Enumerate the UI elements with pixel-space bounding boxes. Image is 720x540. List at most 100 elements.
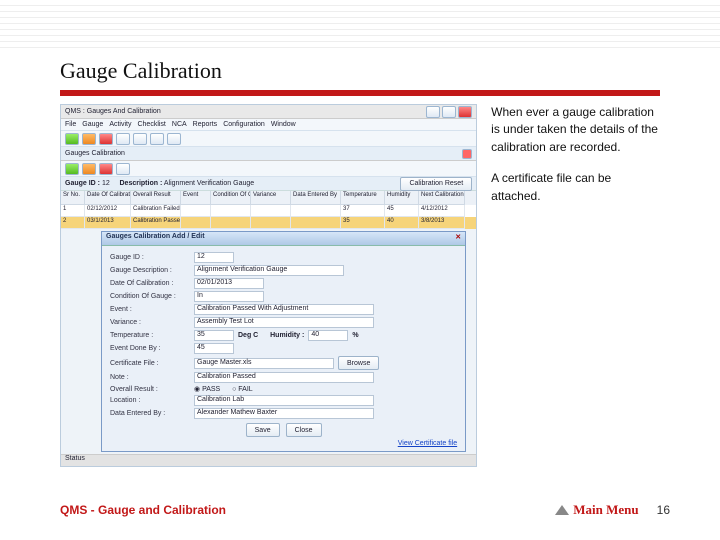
cell xyxy=(251,217,291,229)
add-icon[interactable] xyxy=(65,163,79,175)
cell xyxy=(291,205,341,217)
note-field[interactable]: Calibration Passed xyxy=(194,372,374,383)
menu-item[interactable]: Activity xyxy=(109,121,131,128)
slide-body-text: When ever a gauge calibration is under t… xyxy=(491,104,660,219)
column-header[interactable]: Condition Of Gauge xyxy=(211,191,251,205)
date-field[interactable]: 02/01/2013 xyxy=(194,278,264,289)
temperature-field[interactable]: 35 xyxy=(194,330,234,341)
dialog-close-icon[interactable]: ✕ xyxy=(455,233,461,244)
enteredby-field: Alexander Mathew Baxter xyxy=(194,408,374,419)
add-icon[interactable] xyxy=(65,133,79,145)
subheader: Gauge ID : 12 Description : Alignment Ve… xyxy=(61,177,476,191)
cell xyxy=(291,217,341,229)
toolbar xyxy=(61,131,476,147)
column-header[interactable]: Sr No. xyxy=(61,191,85,205)
column-header[interactable]: Overall Result xyxy=(131,191,181,205)
edit-icon[interactable] xyxy=(82,133,96,145)
cell: 35 xyxy=(341,217,385,229)
menu-item[interactable]: File xyxy=(65,121,76,128)
toolbar-icon[interactable] xyxy=(116,163,130,175)
toolbar-icon[interactable] xyxy=(133,133,147,145)
description-field: Alignment Verification Gauge xyxy=(194,265,344,276)
column-header[interactable]: Data Entered By xyxy=(291,191,341,205)
condition-field[interactable]: In xyxy=(194,291,264,302)
slide-title: Gauge Calibration xyxy=(60,58,660,84)
column-header[interactable]: Temperature xyxy=(341,191,385,205)
cell xyxy=(181,205,211,217)
arrow-up-icon xyxy=(555,505,569,515)
pass-radio[interactable]: ◉ PASS xyxy=(194,385,220,393)
grid-header: Sr No.Date Of CalibrationOverall ResultE… xyxy=(61,191,476,205)
percent-label: % xyxy=(352,332,358,339)
tab-title: Gauges Calibration xyxy=(65,150,125,157)
menu-item[interactable]: Window xyxy=(271,121,296,128)
menu-item[interactable]: NCA xyxy=(172,121,187,128)
menu-item[interactable]: Configuration xyxy=(223,121,265,128)
cell: 45 xyxy=(385,205,419,217)
cell: 03/1/2013 xyxy=(85,217,131,229)
field-label: Note : xyxy=(110,374,190,381)
minimize-icon[interactable] xyxy=(426,106,440,118)
main-menu-link[interactable]: Main Menu xyxy=(555,502,638,518)
cell: 37 xyxy=(341,205,385,217)
field-label: Event : xyxy=(110,306,190,313)
toolbar-icon[interactable] xyxy=(116,133,130,145)
menu-item[interactable]: Checklist xyxy=(137,121,165,128)
toolbar-icon[interactable] xyxy=(167,133,181,145)
table-row[interactable]: 102/12/2012Calibration Failed37454/12/20… xyxy=(61,205,476,217)
toolbar-icon[interactable] xyxy=(150,133,164,145)
cell xyxy=(211,217,251,229)
cell: Calibration Passed xyxy=(131,217,181,229)
event-field[interactable]: Calibration Passed With Adjustment xyxy=(194,304,374,315)
column-header[interactable]: Variance xyxy=(251,191,291,205)
gauge-id-label: Gauge ID : xyxy=(65,180,100,187)
footer-module-label: QMS - Gauge and Calibration xyxy=(60,503,226,517)
column-header[interactable]: Event xyxy=(181,191,211,205)
location-field[interactable]: Calibration Lab xyxy=(194,395,374,406)
humidity-field[interactable]: 40 xyxy=(308,330,348,341)
cell xyxy=(251,205,291,217)
save-button[interactable]: Save xyxy=(246,423,280,437)
field-label: Date Of Calibration : xyxy=(110,280,190,287)
delete-icon[interactable] xyxy=(99,133,113,145)
menu-item[interactable]: Gauge xyxy=(82,121,103,128)
tab-close-icon[interactable] xyxy=(462,149,472,159)
body-paragraph: A certificate file can be attached. xyxy=(491,170,660,205)
inner-toolbar xyxy=(61,161,476,177)
cell: 2 xyxy=(61,217,85,229)
cell: 40 xyxy=(385,217,419,229)
menu-item[interactable]: Reports xyxy=(193,121,218,128)
fail-radio[interactable]: ○ FAIL xyxy=(232,386,253,393)
field-label: Event Done By : xyxy=(110,345,190,352)
column-header[interactable]: Humidity xyxy=(385,191,419,205)
table-row[interactable]: 203/1/2013Calibration Passed 35403/8/2013 xyxy=(61,217,476,229)
variance-field[interactable]: Assembly Test Lot xyxy=(194,317,374,328)
column-header[interactable]: Date Of Calibration xyxy=(85,191,131,205)
edit-icon[interactable] xyxy=(82,163,96,175)
field-label: Condition Of Gauge : xyxy=(110,293,190,300)
delete-icon[interactable] xyxy=(99,163,113,175)
maximize-icon[interactable] xyxy=(442,106,456,118)
description-value: Alignment Verification Gauge xyxy=(164,180,254,187)
eventby-field[interactable]: 45 xyxy=(194,343,234,354)
gauge-id-value: 12 xyxy=(102,180,110,187)
page-number: 16 xyxy=(657,503,670,517)
certificate-field[interactable]: Gauge Master.xls xyxy=(194,358,334,369)
description-label: Description : xyxy=(120,180,163,187)
calibration-reset-button[interactable]: Calibration Reset xyxy=(400,177,472,191)
cell: 3/8/2013 xyxy=(419,217,465,229)
window-titlebar: QMS : Gauges And Calibration xyxy=(61,105,476,119)
browse-button[interactable]: Browse xyxy=(338,356,379,370)
field-label: Overall Result : xyxy=(110,386,190,393)
humidity-label: Humidity : xyxy=(270,332,304,339)
view-certificate-link[interactable]: View Certificate file xyxy=(398,440,457,447)
close-button[interactable]: Close xyxy=(286,423,322,437)
field-label: Location : xyxy=(110,397,190,404)
close-icon[interactable] xyxy=(458,106,472,118)
window-title: QMS : Gauges And Calibration xyxy=(65,108,161,115)
cell xyxy=(181,217,211,229)
gauge-id-field: 12 xyxy=(194,252,234,263)
cell: 1 xyxy=(61,205,85,217)
calibration-dialog: Gauges Calibration Add / Edit ✕ Gauge ID… xyxy=(101,231,466,452)
column-header[interactable]: Next Calibration Date xyxy=(419,191,465,205)
